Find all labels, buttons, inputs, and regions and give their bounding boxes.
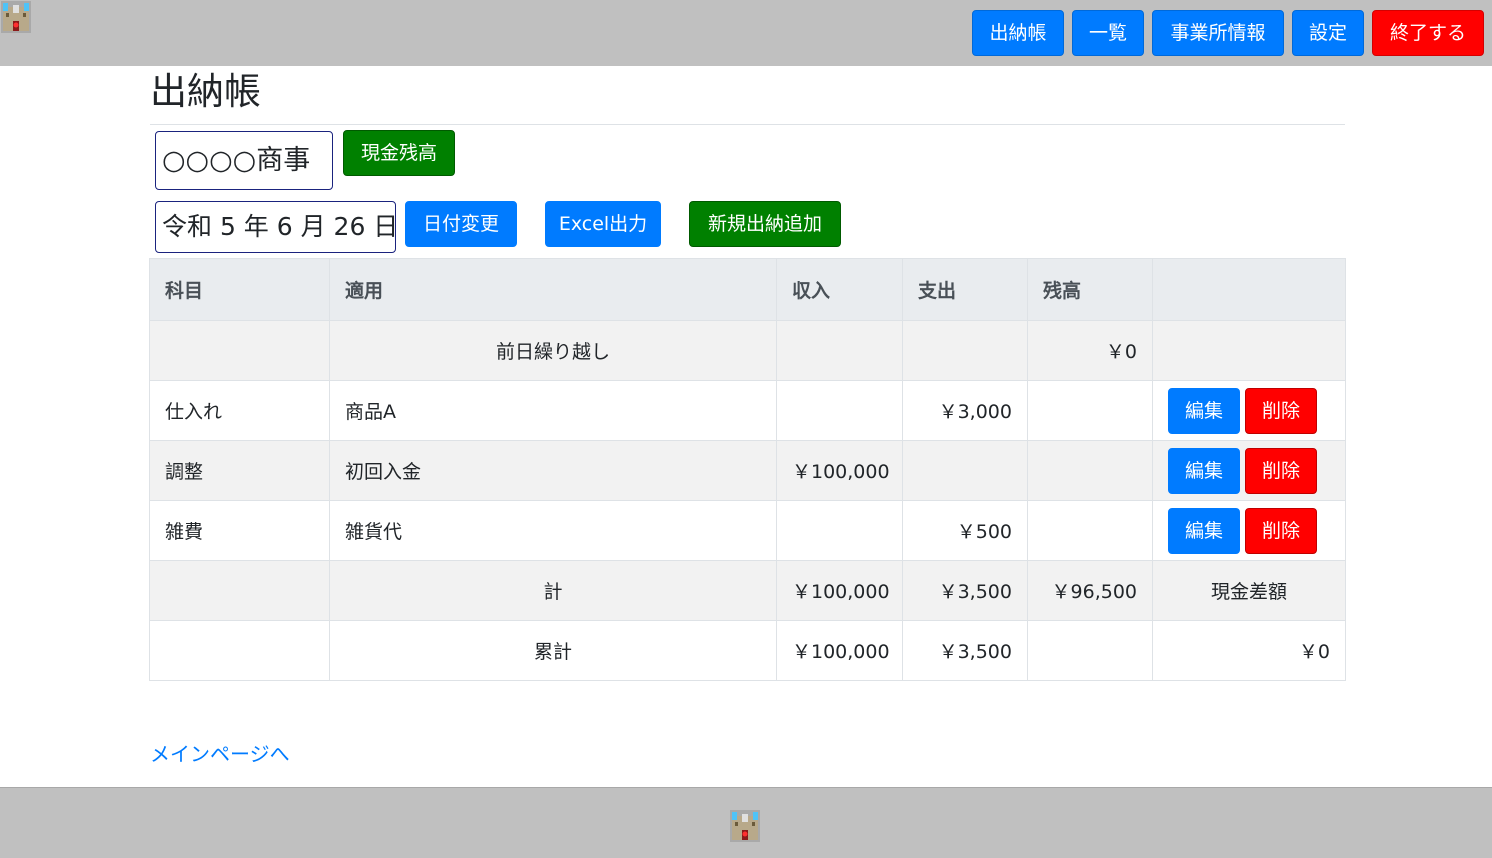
row-actions: 編集 削除 xyxy=(1152,500,1346,561)
nav-ledger-button[interactable]: 出納帳 xyxy=(972,10,1064,56)
cash-difference-label: 現金差額 xyxy=(1152,560,1346,621)
row-account: 雑費 xyxy=(149,500,330,561)
delete-button[interactable]: 削除 xyxy=(1245,447,1317,494)
row-summary: 初回入金 xyxy=(329,440,777,501)
row-balance xyxy=(1027,500,1153,561)
row-expense: ￥3,000 xyxy=(902,380,1028,441)
total-balance: ￥96,500 xyxy=(1027,560,1153,621)
cumulative-label: 累計 xyxy=(329,620,777,681)
new-entry-button[interactable]: 新規出納追加 xyxy=(689,201,841,247)
cumulative-income: ￥100,000 xyxy=(776,620,903,681)
row-balance xyxy=(1027,380,1153,441)
carry-over-row: 前日繰り越し ￥0 xyxy=(149,320,1346,381)
row-income xyxy=(776,500,903,561)
row-expense xyxy=(902,440,1028,501)
nav-exit-button[interactable]: 終了する xyxy=(1372,10,1484,56)
total-expense: ￥3,500 xyxy=(902,560,1028,621)
nav-office-info-button[interactable]: 事業所情報 xyxy=(1152,10,1284,56)
edit-button[interactable]: 編集 xyxy=(1168,447,1240,494)
column-header-summary: 適用 xyxy=(329,258,777,321)
column-header-expense: 支出 xyxy=(902,258,1028,321)
row-expense: ￥500 xyxy=(902,500,1028,561)
nav-settings-button[interactable]: 設定 xyxy=(1292,10,1364,56)
footer-bar xyxy=(0,787,1492,858)
row-summary: 商品A xyxy=(329,380,777,441)
row-actions: 編集 削除 xyxy=(1152,440,1346,501)
excel-export-button[interactable]: Excel出力 xyxy=(545,201,661,247)
row-account: 仕入れ xyxy=(149,380,330,441)
delete-button[interactable]: 削除 xyxy=(1245,387,1317,434)
castle-logo-icon xyxy=(730,810,760,842)
change-date-button[interactable]: 日付変更 xyxy=(405,201,517,247)
row-account: 調整 xyxy=(149,440,330,501)
carry-over-balance: ￥0 xyxy=(1027,320,1153,381)
table-row: 雑費 雑貨代 ￥500 編集 削除 xyxy=(149,500,1346,561)
header-bar: 出納帳 一覧 事業所情報 設定 終了する xyxy=(0,0,1492,66)
column-header-balance: 残高 xyxy=(1027,258,1153,321)
table-row: 調整 初回入金 ￥100,000 編集 削除 xyxy=(149,440,1346,501)
date-field[interactable]: 令和 5 年 6 月 26 日 xyxy=(155,201,396,253)
total-row: 計 ￥100,000 ￥3,500 ￥96,500 現金差額 xyxy=(149,560,1346,621)
row-summary: 雑貨代 xyxy=(329,500,777,561)
total-income: ￥100,000 xyxy=(776,560,903,621)
company-name-field: ○○○○商事 xyxy=(155,131,333,190)
column-header-actions xyxy=(1152,258,1346,321)
row-income: ￥100,000 xyxy=(776,440,903,501)
edit-button[interactable]: 編集 xyxy=(1168,507,1240,554)
main-page-link[interactable]: メインページへ xyxy=(150,738,290,767)
row-income xyxy=(776,380,903,441)
column-header-account: 科目 xyxy=(149,258,330,321)
delete-button[interactable]: 削除 xyxy=(1245,507,1317,554)
cumulative-expense: ￥3,500 xyxy=(902,620,1028,681)
page-title: 出納帳 xyxy=(150,70,261,113)
row-actions: 編集 削除 xyxy=(1152,380,1346,441)
ledger-table: 科目 適用 収入 支出 残高 前日繰り越し ￥0 仕入れ 商品A ￥3,000 … xyxy=(149,258,1346,681)
cash-balance-button[interactable]: 現金残高 xyxy=(343,130,455,176)
row-balance xyxy=(1027,440,1153,501)
table-header-row: 科目 適用 収入 支出 残高 xyxy=(149,258,1346,321)
cash-difference-value: ￥0 xyxy=(1152,620,1346,681)
castle-logo-icon xyxy=(1,1,31,33)
title-divider xyxy=(150,124,1345,125)
edit-button[interactable]: 編集 xyxy=(1168,387,1240,434)
carry-over-label: 前日繰り越し xyxy=(329,320,777,381)
column-header-income: 収入 xyxy=(776,258,903,321)
nav-list-button[interactable]: 一覧 xyxy=(1072,10,1144,56)
cumulative-row: 累計 ￥100,000 ￥3,500 ￥0 xyxy=(149,620,1346,681)
table-row: 仕入れ 商品A ￥3,000 編集 削除 xyxy=(149,380,1346,441)
total-label: 計 xyxy=(329,560,777,621)
